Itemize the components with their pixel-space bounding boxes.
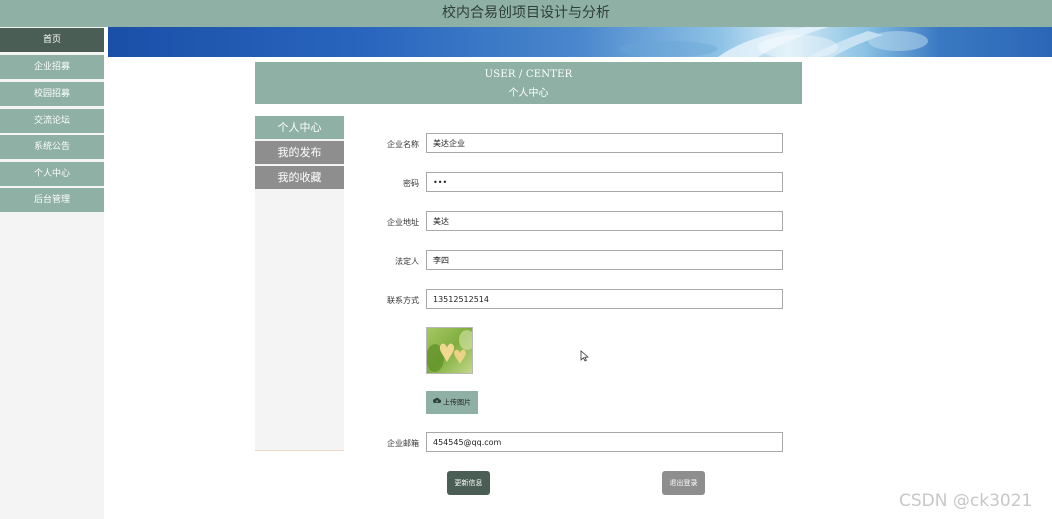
- upload-image-button[interactable]: 上传图片: [426, 391, 478, 414]
- legal-person-input[interactable]: [426, 250, 783, 270]
- company-photo: [426, 327, 473, 374]
- sidebar-item-forum[interactable]: 交流论坛: [0, 109, 104, 133]
- sidebar-item-announcements[interactable]: 系统公告: [0, 135, 104, 159]
- sidebar-item-home[interactable]: 首页: [0, 28, 104, 52]
- company-address-input[interactable]: [426, 211, 783, 231]
- update-info-button[interactable]: 更新信息: [447, 471, 490, 495]
- email-label: 企业邮箱: [387, 439, 419, 448]
- company-name-input[interactable]: [426, 133, 783, 153]
- cloud-upload-icon: [433, 391, 442, 414]
- user-center-title-en: USER / CENTER: [484, 69, 573, 80]
- app-title: 校内合易创项目设计与分析: [442, 5, 610, 21]
- user-center-menu: 个人中心 我的发布 我的收藏: [255, 116, 344, 451]
- upload-image-label: 上传图片: [443, 398, 471, 407]
- user-center-title-cn: 个人中心: [508, 88, 549, 99]
- photo-image: [427, 328, 472, 373]
- sidebar: 首页 企业招募 校园招募 交流论坛 系统公告 个人中心 后台管理: [0, 27, 104, 519]
- sidebar-item-enterprise-recruit[interactable]: 企业招募: [0, 55, 104, 79]
- sidebar-item-campus-recruit[interactable]: 校园招募: [0, 82, 104, 106]
- top-header: 校内合易创项目设计与分析: [0, 0, 1052, 27]
- company-name-label: 企业名称: [387, 140, 419, 149]
- contact-label: 联系方式: [387, 296, 419, 305]
- menu-item-personal-center[interactable]: 个人中心: [255, 116, 344, 139]
- sidebar-item-admin[interactable]: 后台管理: [0, 188, 104, 212]
- legal-person-label: 法定人: [395, 257, 419, 266]
- password-label: 密码: [403, 179, 419, 188]
- logout-button[interactable]: 退出登录: [662, 471, 705, 495]
- menu-item-my-posts[interactable]: 我的发布: [255, 141, 344, 164]
- sidebar-item-user-center[interactable]: 个人中心: [0, 162, 104, 186]
- menu-item-my-favorites[interactable]: 我的收藏: [255, 166, 344, 189]
- company-address-label: 企业地址: [387, 218, 419, 227]
- user-center-header: USER / CENTER 个人中心: [255, 62, 802, 104]
- password-input[interactable]: [426, 172, 783, 192]
- contact-input[interactable]: [426, 289, 783, 309]
- mouse-pointer-icon: [580, 347, 590, 366]
- banner-decoration: [618, 27, 928, 57]
- banner-image: [108, 27, 1052, 57]
- watermark: CSDN @ck3021: [899, 491, 1033, 511]
- email-input[interactable]: [426, 432, 783, 452]
